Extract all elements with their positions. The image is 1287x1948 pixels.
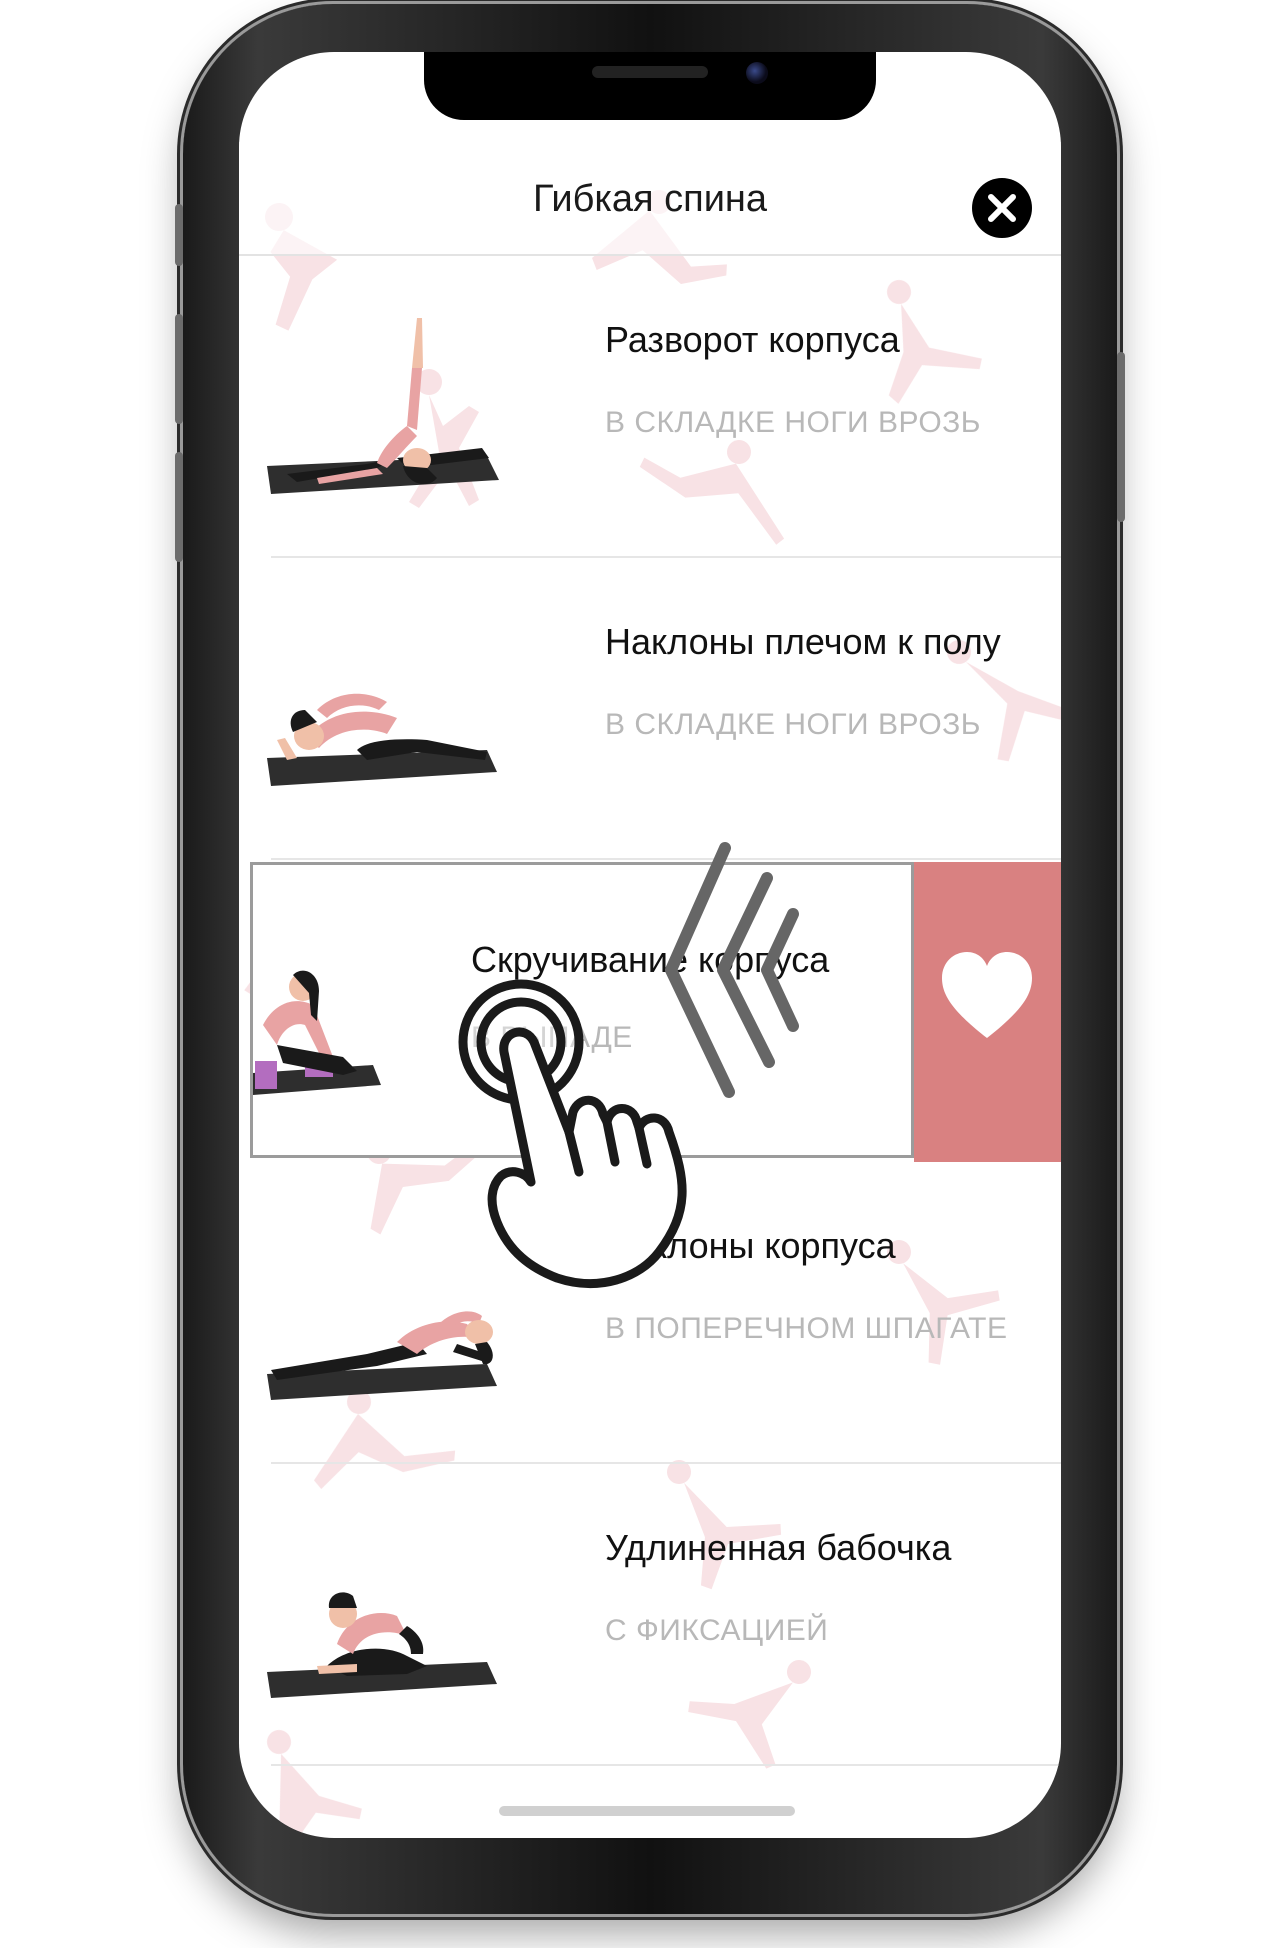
exercise-thumbnail	[267, 318, 499, 494]
list-item-swiped[interactable]: Скручивание корпуса В ВЫПАДЕ	[250, 862, 914, 1158]
exercise-title: Разворот корпуса	[605, 319, 900, 360]
list-item[interactable]: Удлиненная бабочка С ФИКСАЦИЕЙ	[239, 1464, 1061, 1766]
list-item[interactable]: Наклоны корпуса В ПОПЕРЕЧНОМ ШПАГАТЕ	[239, 1162, 1061, 1464]
exercise-subtitle: В СКЛАДКЕ НОГИ ВРОЗЬ	[605, 406, 981, 439]
exercise-thumbnail	[253, 970, 381, 1095]
exercise-subtitle: С ФИКСАЦИЕЙ	[605, 1614, 829, 1647]
header-bar: Гибкая спина	[239, 142, 1061, 256]
speaker	[592, 66, 708, 78]
exercise-title: Удлиненная бабочка	[605, 1527, 952, 1568]
heart-icon	[942, 952, 1032, 1038]
exercise-title: Скручивание корпуса	[471, 939, 830, 980]
page-title: Гибкая спина	[532, 178, 768, 220]
close-button[interactable]	[972, 178, 1032, 238]
app-screen: Гибкая спина Разворот корпуса В СКЛАДКЕ	[239, 52, 1061, 1838]
mute-switch	[175, 204, 183, 266]
notch	[424, 52, 876, 120]
close-icon	[988, 194, 1016, 222]
exercise-thumbnail	[267, 1311, 497, 1400]
exercise-thumbnail	[267, 693, 497, 786]
home-indicator	[499, 1806, 795, 1816]
power-button	[1117, 352, 1125, 522]
divider	[271, 1764, 1061, 1766]
list-item[interactable]: Наклоны плечом к полу В СКЛАДКЕ НОГИ ВРО…	[239, 558, 1061, 860]
volume-down-button	[175, 452, 183, 562]
list-item[interactable]: Разворот корпуса В СКЛАДКЕ НОГИ ВРОЗЬ	[239, 256, 1061, 558]
front-camera	[746, 62, 768, 84]
exercise-subtitle: В СКЛАДКЕ НОГИ ВРОЗЬ	[605, 708, 981, 741]
exercise-subtitle: В ПОПЕРЕЧНОМ ШПАГАТЕ	[605, 1312, 1008, 1345]
volume-up-button	[175, 314, 183, 424]
favorite-action-button[interactable]	[914, 862, 1061, 1162]
divider	[271, 858, 1061, 860]
exercise-subtitle: В ВЫПАДЕ	[471, 1021, 633, 1054]
exercise-thumbnail	[267, 1592, 497, 1698]
exercise-title: Наклоны корпуса	[605, 1225, 896, 1266]
exercise-title: Наклоны плечом к полу	[605, 621, 1001, 662]
